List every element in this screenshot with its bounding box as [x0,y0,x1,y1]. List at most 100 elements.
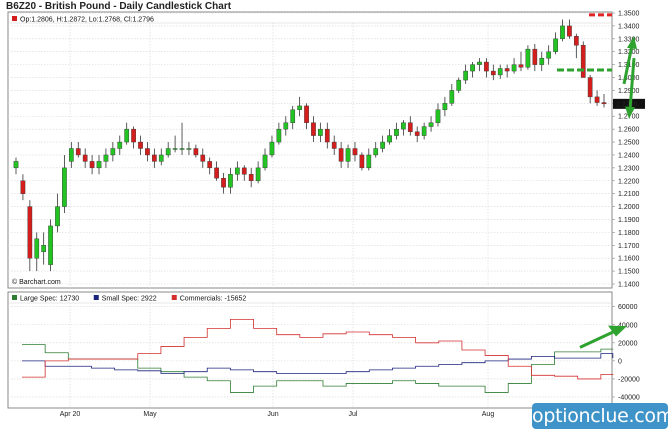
candle-body [290,109,296,123]
candle-body [55,206,60,227]
x-axis-month-label: Aug [482,411,495,418]
candle-body [387,135,392,143]
candle-body [138,141,143,149]
candle-body [324,128,330,143]
cot-tick-label: 60000 [618,304,638,311]
price-tick-label: 1.3300 [618,36,640,43]
price-tick-label: 1.2300 [618,165,640,172]
candle-body [152,154,157,162]
price-tick-label: 1.3400 [618,23,640,30]
price-tick-label: 1.3000 [618,75,640,82]
candle-body [318,128,323,136]
candle-body [428,122,434,127]
candle-body [41,245,47,252]
price-tick-label: 1.2000 [618,204,640,211]
candle-body [20,180,26,194]
price-tick-label: 1.1900 [618,217,640,224]
cot-tick-label: -20000 [618,376,640,383]
candle-body [89,161,95,169]
cot-legend-label: Large Spec: 12730 [20,295,79,302]
candle-body [490,70,496,76]
candle-body [207,161,213,169]
candle-body [269,141,275,156]
candle-body [96,161,102,169]
candle-body [248,174,254,181]
candle-body [241,167,247,175]
candle-body [338,148,344,162]
ohlc-legend-swatch [12,16,17,21]
candle-body [179,148,185,150]
x-axis-month-label: Jun [267,411,278,418]
price-tick-label: 1.1700 [618,243,640,250]
cot-legend-swatch [12,295,17,300]
candle-body [553,38,558,52]
candle-body [539,57,545,65]
candle-body [117,141,123,149]
candle-body [255,167,261,181]
candle-body [594,96,600,103]
price-tick-label: 1.2500 [618,140,640,147]
candle-body [131,128,136,143]
candle-body [345,148,351,162]
candle-body [34,238,40,259]
ohlc-legend-text: Op:1.2806, H:1.2872, Lo:1.2768, Cl:1.279… [20,17,154,24]
candle-body [380,141,385,149]
cot-tick-label: -40000 [618,394,640,401]
candle-body [463,70,468,81]
candle-body [200,154,206,162]
candle-body [567,25,572,37]
candle-body [407,122,413,132]
price-tick-label: 1.1400 [618,282,640,289]
candle-body [158,154,164,162]
optionclue-logo: optionclue.com [532,403,670,429]
candle-body [352,148,358,156]
barchart-figure: B6Z20 - British Pound - Daily Candlestic… [6,1,645,418]
candle-body [484,61,489,72]
chart-title: B6Z20 - British Pound - Daily Candlestic… [6,1,232,12]
candle-body [421,126,427,136]
barchart-watermark: © Barchart.com [12,278,61,286]
candle-body [580,45,586,78]
candle-body [504,68,510,72]
candle-body [435,109,441,123]
candle-body [470,64,475,72]
candle-body [401,122,406,130]
cot-legend-label: Commercials: -15652 [180,295,247,302]
candle-body [13,161,19,169]
candle-body [573,36,579,46]
candle-body [560,25,565,40]
price-tick-label: 1.2600 [618,127,640,134]
x-axis-month-label: Jul [349,411,358,418]
x-axis-month-label: Apr 20 [60,411,81,418]
candle-body [165,148,171,156]
candle-body [214,167,219,179]
cot-legend-swatch [171,295,177,300]
candle-body [221,177,226,188]
candle-body [75,148,81,156]
candle-body [262,154,268,169]
candle-body [414,131,420,136]
candle-body [276,128,282,143]
candle-body [525,48,531,68]
x-axis-month-label: May [143,411,157,418]
price-tick-label: 1.2400 [618,152,640,159]
candle-body [228,174,233,188]
candle-body [110,148,116,156]
price-tick-label: 1.1600 [618,256,640,263]
price-tick-label: 1.1800 [618,230,640,237]
candle-body [193,148,199,156]
candle-body [235,167,240,175]
candle-body [373,148,379,156]
price-panel-frame [7,11,613,289]
candle-body [497,68,503,76]
candle-body [124,128,130,143]
candle-body [456,79,462,91]
candle-body [546,51,552,59]
candle-body [532,48,538,65]
price-tick-label: 1.3500 [618,11,640,18]
candle-body [442,103,448,110]
candle-body [103,154,109,162]
candle-body [311,122,316,136]
candle-body [297,105,302,110]
candle-body [82,154,88,162]
